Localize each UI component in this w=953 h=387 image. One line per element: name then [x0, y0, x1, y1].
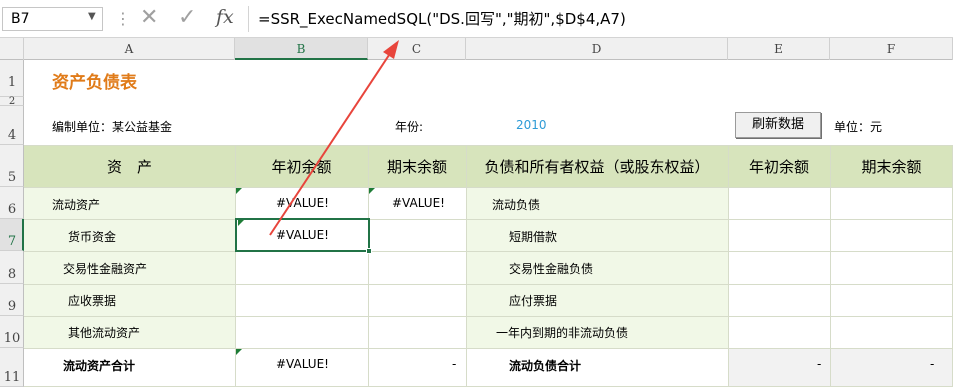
arrow-head — [383, 40, 399, 59]
arrow-shaft — [269, 48, 394, 236]
annotation-arrow-icon — [269, 40, 399, 236]
